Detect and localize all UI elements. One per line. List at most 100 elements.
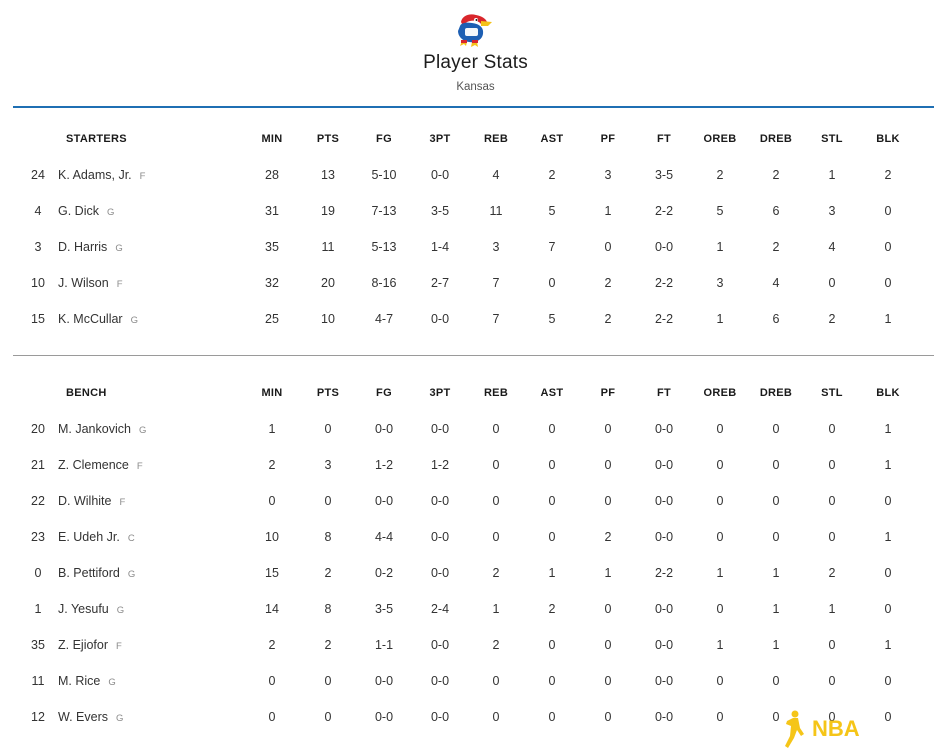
column-header-pf[interactable]: PF [580, 121, 636, 157]
starters-section-title: STARTERS [66, 133, 127, 145]
stat-fg: 0-0 [374, 710, 394, 724]
stat-oreb: 3 [716, 276, 724, 290]
stat-oreb: 1 [716, 240, 724, 254]
stat-3pt: 0-0 [430, 422, 450, 436]
stat-min: 14 [265, 602, 279, 616]
column-header-min[interactable]: MIN [244, 375, 300, 411]
column-header-blk[interactable]: BLK [860, 121, 916, 157]
player-silhouette-icon [785, 710, 804, 748]
stat-oreb: 0 [716, 710, 724, 724]
stat-blk: 0 [884, 240, 892, 254]
player-name-link[interactable]: E. Udeh Jr. [58, 530, 120, 544]
stat-3pt: 1-2 [430, 458, 450, 472]
stat-dreb: 2 [772, 168, 780, 182]
stat-3pt: 1-4 [430, 240, 450, 254]
stat-pts: 8 [324, 530, 332, 544]
player-name-link[interactable]: Z. Clemence [58, 458, 129, 472]
player-name-link[interactable]: J. Yesufu [58, 602, 109, 616]
stat-reb: 11 [489, 204, 503, 218]
player-position: G [115, 243, 123, 254]
stat-ast: 0 [548, 422, 556, 436]
player-name-link[interactable]: D. Wilhite [58, 494, 111, 508]
player-row: 23 E. Udeh Jr. C 10 8 4-4 0-0 0 0 2 0-0 0 0 0 1 [0, 519, 951, 555]
stat-min: 0 [268, 710, 276, 724]
stat-stl: 4 [828, 240, 836, 254]
stat-pts: 0 [324, 422, 332, 436]
player-position: F [116, 279, 123, 290]
player-name-link[interactable]: W. Evers [58, 710, 108, 724]
player-row: 15 K. McCullar G 25 10 4-7 0-0 7 5 2 2-2 1 6 2 1 [0, 301, 951, 337]
jersey-number: 15 [31, 312, 45, 326]
bench-header-row: BENCH MIN PTS FG 3PT REB AST PF FT OREB DREB STL BLK [0, 375, 951, 411]
stat-fg: 1-2 [374, 458, 394, 472]
player-name-link[interactable]: K. Adams, Jr. [58, 168, 132, 182]
column-header-dreb[interactable]: DREB [748, 121, 804, 157]
stat-ft: 2-2 [654, 276, 674, 290]
stat-pts: 2 [324, 638, 332, 652]
column-header-pf[interactable]: PF [580, 375, 636, 411]
column-header-stl[interactable]: STL [804, 375, 860, 411]
player-name-link[interactable]: J. Wilson [58, 276, 109, 290]
stat-oreb: 0 [716, 494, 724, 508]
stat-min: 28 [265, 168, 279, 182]
stat-reb: 0 [492, 458, 500, 472]
column-header-3pt[interactable]: 3PT [412, 121, 468, 157]
column-header-min[interactable]: MIN [244, 121, 300, 157]
jersey-number: 21 [31, 458, 45, 472]
player-name-cell: K. Adams, Jr. F [58, 157, 145, 193]
player-name-link[interactable]: M. Jankovich [58, 422, 131, 436]
player-name-cell: J. Wilson F [58, 265, 123, 301]
stat-dreb: 1 [772, 638, 780, 652]
column-header-ft[interactable]: FT [636, 121, 692, 157]
stat-pts: 13 [321, 168, 335, 182]
column-header-ast[interactable]: AST [524, 121, 580, 157]
stat-oreb: 5 [716, 204, 724, 218]
player-name-link[interactable]: G. Dick [58, 204, 99, 218]
player-position: F [116, 641, 122, 652]
stat-blk: 2 [884, 168, 892, 182]
player-row: 21 Z. Clemence F 2 3 1-2 1-2 0 0 0 0-0 0 0 0 1 [0, 447, 951, 483]
column-header-3pt[interactable]: 3PT [412, 375, 468, 411]
player-position: F [136, 461, 143, 472]
jersey-number: 35 [31, 638, 45, 652]
column-header-blk[interactable]: BLK [860, 375, 916, 411]
stat-min: 32 [265, 276, 279, 290]
column-header-reb[interactable]: REB [468, 121, 524, 157]
column-header-reb[interactable]: REB [468, 375, 524, 411]
stat-reb: 0 [492, 494, 500, 508]
jersey-number: 4 [34, 204, 42, 218]
stat-pts: 19 [321, 204, 335, 218]
player-name-link[interactable]: M. Rice [58, 674, 100, 688]
column-header-ast[interactable]: AST [524, 375, 580, 411]
player-name-link[interactable]: B. Pettiford [58, 566, 120, 580]
player-row: 0 B. Pettiford G 15 2 0-2 0-0 2 1 1 2-2 1 1 2 0 [0, 555, 951, 591]
stat-oreb: 2 [716, 168, 724, 182]
column-header-fg[interactable]: FG [356, 121, 412, 157]
stat-min: 1 [268, 422, 276, 436]
jersey-number: 11 [31, 674, 45, 688]
player-name-cell: M. Rice G [58, 663, 116, 699]
column-header-dreb[interactable]: DREB [748, 375, 804, 411]
stat-blk: 0 [884, 566, 892, 580]
stat-reb: 0 [492, 674, 500, 688]
stat-pf: 3 [604, 168, 612, 182]
column-header-stl[interactable]: STL [804, 121, 860, 157]
stat-fg: 3-5 [374, 602, 394, 616]
stat-3pt: 0-0 [430, 312, 450, 326]
column-header-oreb[interactable]: OREB [692, 375, 748, 411]
player-row: 11 M. Rice G 0 0 0-0 0-0 0 0 0 0-0 0 0 0 0 [0, 663, 951, 699]
stat-ast: 5 [548, 204, 556, 218]
player-name-link[interactable]: D. Harris [58, 240, 107, 254]
player-row: 20 M. Jankovich G 1 0 0-0 0-0 0 0 0 0-0 0 0 0 1 [0, 411, 951, 447]
player-name-link[interactable]: Z. Ejiofor [58, 638, 108, 652]
starters-header-row: STARTERS MIN PTS FG 3PT REB AST PF FT OREB DREB STL… [0, 121, 951, 157]
stat-oreb: 0 [716, 530, 724, 544]
stat-dreb: 6 [772, 312, 780, 326]
stat-blk: 0 [884, 494, 892, 508]
column-header-oreb[interactable]: OREB [692, 121, 748, 157]
player-name-link[interactable]: K. McCullar [58, 312, 123, 326]
column-header-pts[interactable]: PTS [300, 121, 356, 157]
column-header-pts[interactable]: PTS [300, 375, 356, 411]
column-header-ft[interactable]: FT [636, 375, 692, 411]
column-header-fg[interactable]: FG [356, 375, 412, 411]
